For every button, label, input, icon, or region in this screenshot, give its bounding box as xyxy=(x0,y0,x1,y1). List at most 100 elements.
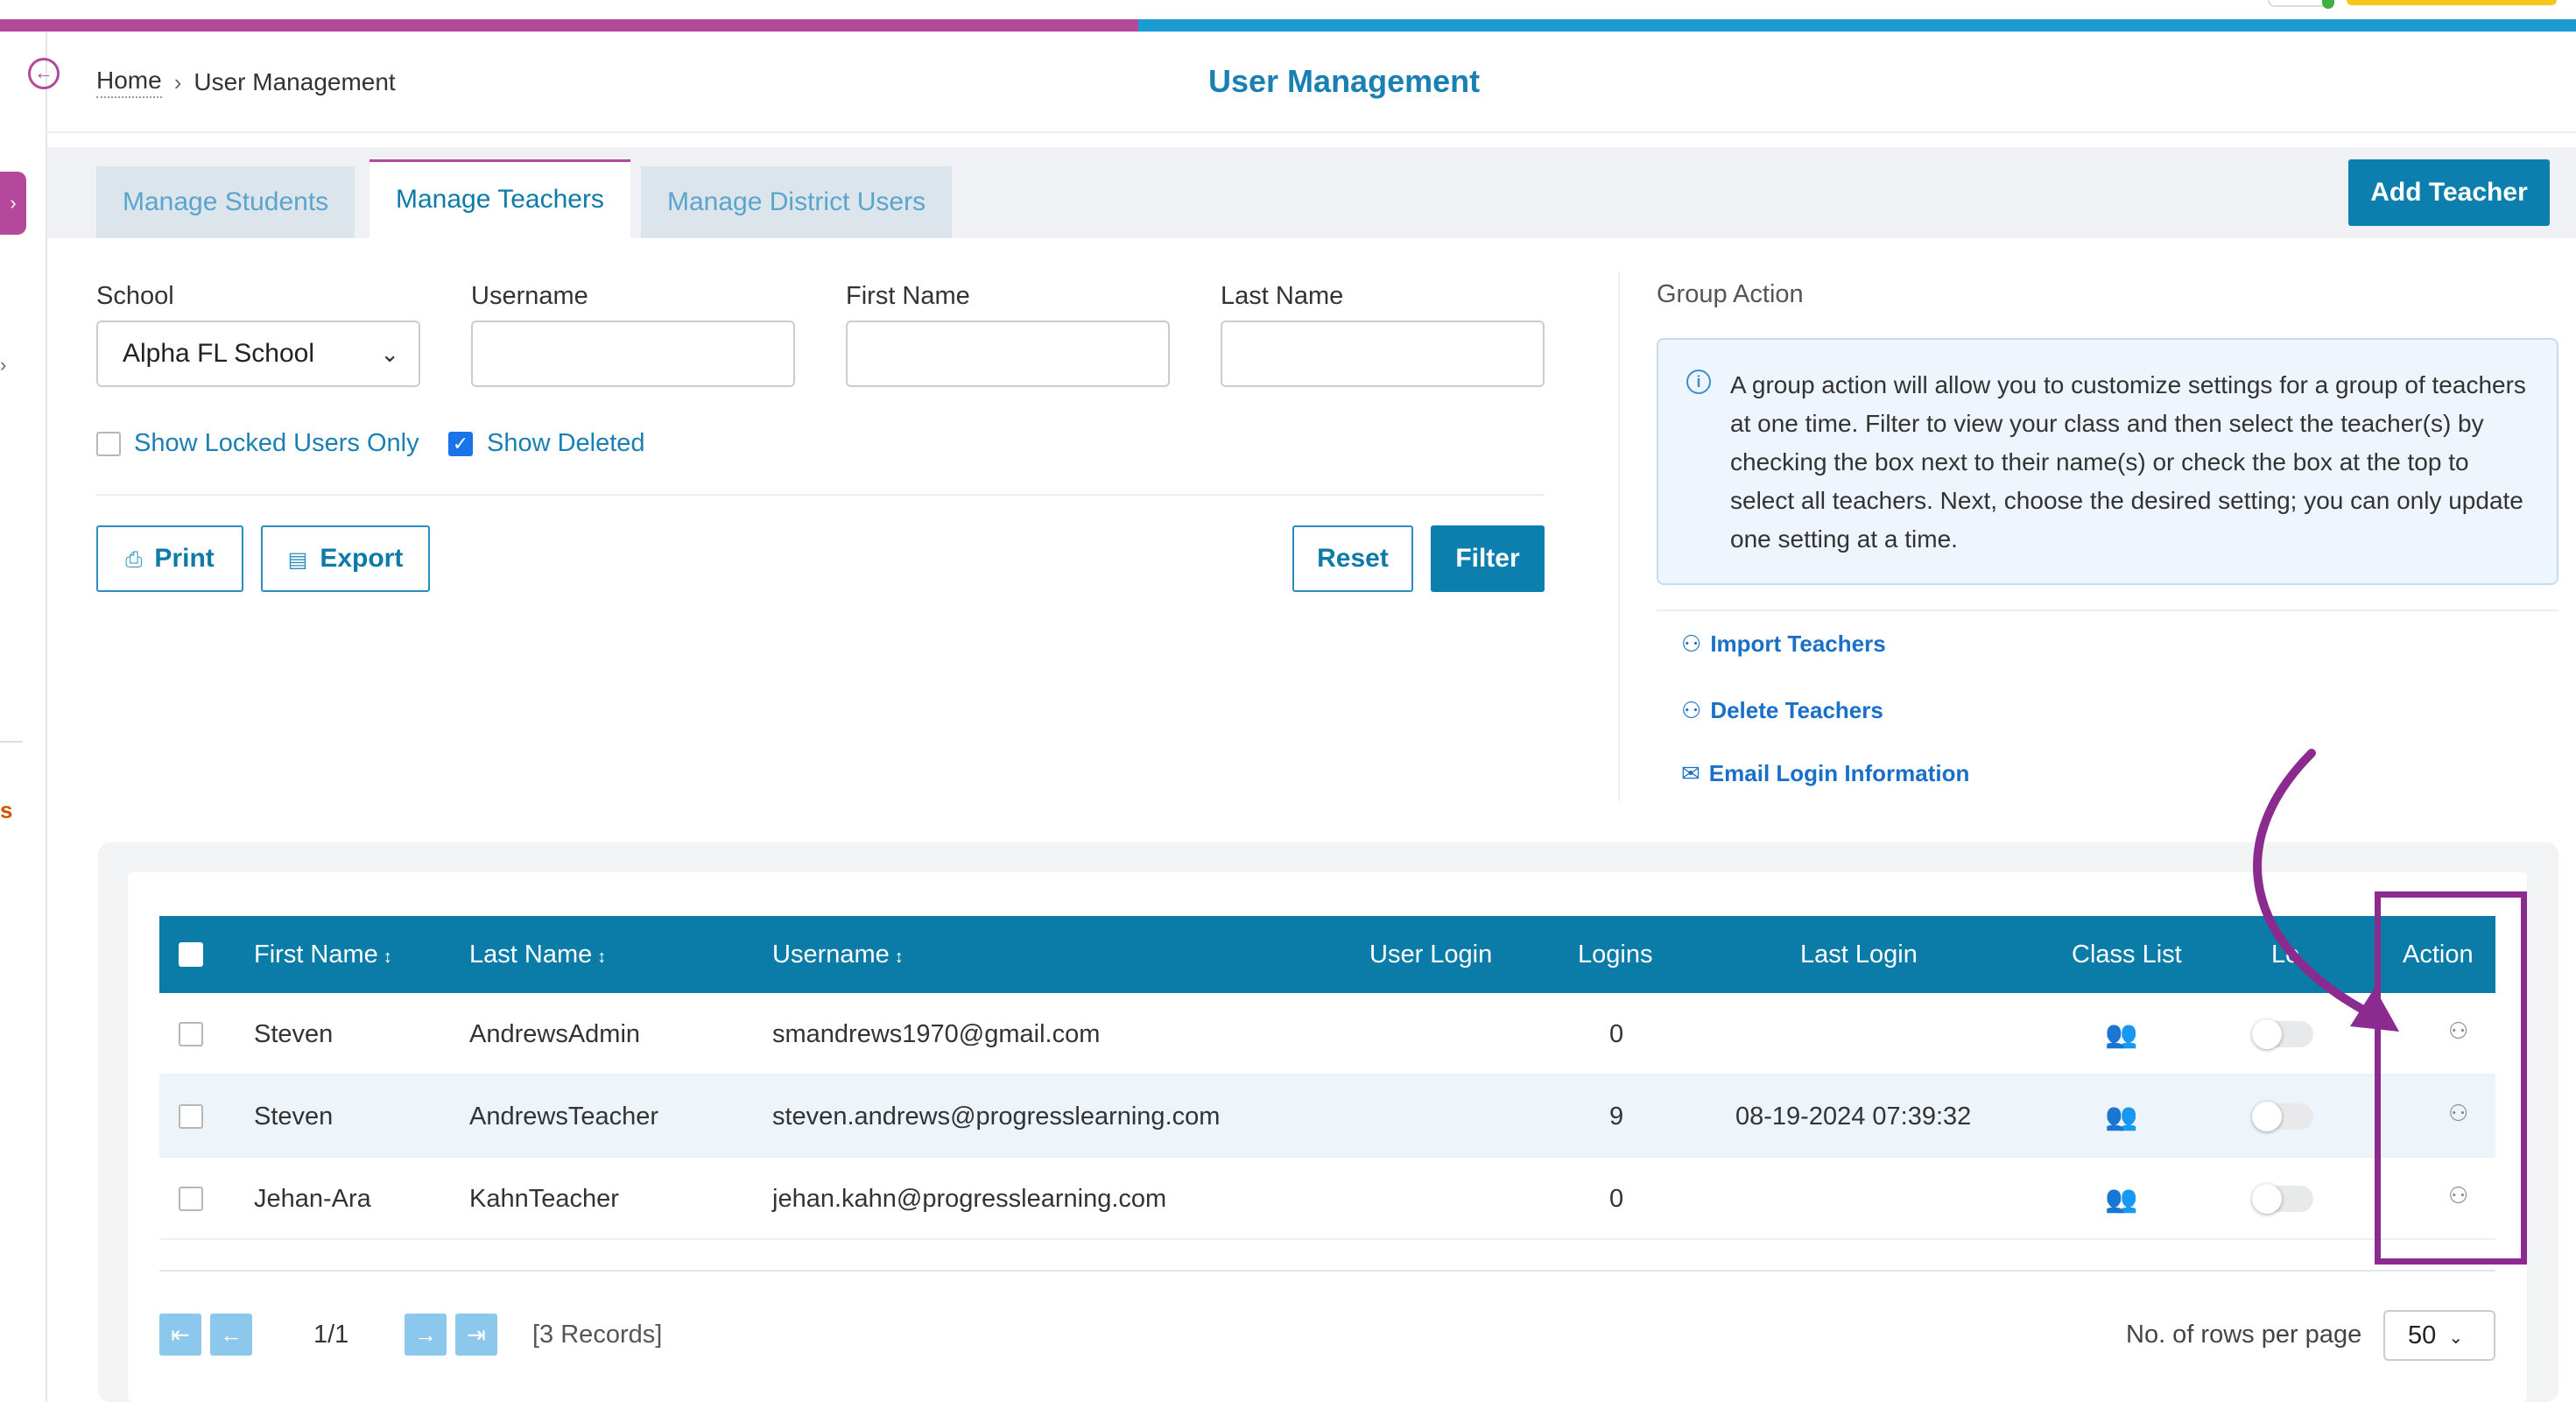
class-list-icon[interactable]: 👥 xyxy=(2105,1102,2137,1132)
lock-toggle[interactable] xyxy=(2252,1019,2313,1049)
show-locked-label[interactable]: Show Locked Users Only xyxy=(134,429,419,458)
vertical-divider xyxy=(1618,271,1620,801)
cell-first-name: Jehan-Ara xyxy=(254,1185,371,1213)
export-button[interactable]: ▤ Export xyxy=(261,525,430,592)
col-last-name[interactable]: Last Name ↕ xyxy=(469,916,606,993)
top-highlight xyxy=(2347,0,2557,5)
cell-logins: 0 xyxy=(1609,1185,1624,1213)
first-name-input[interactable] xyxy=(846,321,1170,387)
first-page-icon[interactable]: ⇤ xyxy=(159,1314,201,1356)
rows-per-page-label: No. of rows per page xyxy=(2126,1321,2362,1349)
username-label: Username xyxy=(471,282,588,310)
reset-button[interactable]: Reset xyxy=(1292,525,1413,592)
cell-username: jehan.kahn@progresslearning.com xyxy=(772,1185,1167,1213)
sort-icon: ↕ xyxy=(383,948,392,967)
class-list-icon[interactable]: 👥 xyxy=(2105,1019,2137,1050)
rows-per-page-select[interactable]: 50 ⌄ xyxy=(2383,1310,2495,1361)
delete-teachers-label: Delete Teachers xyxy=(1710,697,1883,723)
col-user-login: User Login xyxy=(1369,941,1493,969)
print-label: Print xyxy=(154,544,215,573)
table-row: Steven AndrewsAdmin smandrews1970@gmail.… xyxy=(159,993,2495,1075)
record-count: [3 Records] xyxy=(532,1321,663,1349)
last-name-input[interactable] xyxy=(1221,321,1545,387)
sidebar-toggle[interactable]: › xyxy=(0,172,26,235)
print-icon: ⎙ xyxy=(125,548,143,572)
username-input[interactable] xyxy=(471,321,795,387)
last-name-label: Last Name xyxy=(1221,282,1344,310)
sort-icon: ↕ xyxy=(894,948,904,967)
top-chip xyxy=(2268,0,2329,7)
row-checkbox[interactable] xyxy=(179,1187,203,1211)
annotation-highlight-box xyxy=(2375,891,2527,1265)
breadcrumb-separator: › xyxy=(173,68,182,95)
filter-divider xyxy=(96,494,1545,496)
group-action-title: Group Action xyxy=(1657,280,1804,308)
lock-toggle[interactable] xyxy=(2252,1184,2313,1214)
status-dot xyxy=(2322,0,2334,9)
cell-first-name: Steven xyxy=(254,1020,334,1048)
print-button[interactable]: ⎙ Print xyxy=(96,525,243,592)
page-title: User Management xyxy=(1208,63,1481,99)
cell-username: smandrews1970@gmail.com xyxy=(772,1020,1101,1048)
school-select[interactable]: Alpha FL School ⌄ xyxy=(96,321,420,387)
col-logins: Logins xyxy=(1578,941,1653,969)
table-header: First Name ↕ Last Name ↕ Username ↕ User Lo… xyxy=(159,916,2495,993)
add-user-icon: ⚇ xyxy=(1681,631,1702,657)
row-checkbox[interactable] xyxy=(179,1104,203,1129)
last-page-icon[interactable]: ⇥ xyxy=(455,1314,497,1356)
cell-logins: 9 xyxy=(1609,1103,1624,1131)
col-last-login: Last Login xyxy=(1800,941,1918,969)
email-login-link[interactable]: ✉ Email Login Information xyxy=(1681,760,1969,787)
breadcrumb-home[interactable]: Home xyxy=(96,67,162,98)
col-first-name-label: First Name xyxy=(254,941,378,969)
chevron-down-icon: ⌄ xyxy=(2448,1328,2464,1348)
sidebar-caret-icon[interactable]: › xyxy=(0,354,6,377)
delete-teachers-link[interactable]: ⚇ Delete Teachers xyxy=(1681,697,1883,724)
page-indicator: 1/1 xyxy=(313,1321,349,1349)
prev-page-icon[interactable]: ← xyxy=(210,1314,252,1356)
sort-icon: ↕ xyxy=(597,948,607,967)
row-checkbox[interactable] xyxy=(179,1022,203,1046)
lock-toggle[interactable] xyxy=(2252,1102,2313,1131)
class-list-icon[interactable]: 👥 xyxy=(2105,1184,2137,1215)
group-action-info-text: A group action will allow you to customi… xyxy=(1730,371,2526,553)
show-locked-checkbox[interactable] xyxy=(96,432,121,456)
show-deleted-label[interactable]: Show Deleted xyxy=(487,429,645,458)
tab-manage-district-users[interactable]: Manage District Users xyxy=(641,166,953,238)
group-action-info-box: i A group action will allow you to custo… xyxy=(1657,338,2558,585)
info-icon: i xyxy=(1686,370,1711,394)
breadcrumb-current: User Management xyxy=(194,68,396,95)
col-username[interactable]: Username ↕ xyxy=(772,916,904,993)
school-select-value: Alpha FL School xyxy=(123,339,315,368)
add-teacher-button[interactable]: Add Teacher xyxy=(2348,159,2550,226)
next-page-icon[interactable]: → xyxy=(405,1314,447,1356)
top-strip xyxy=(0,0,2576,19)
export-icon: ▤ xyxy=(287,548,308,572)
remove-user-icon: ⚇ xyxy=(1681,697,1702,723)
table-footer-divider xyxy=(159,1270,2495,1272)
tab-manage-students[interactable]: Manage Students xyxy=(96,166,355,238)
cell-username: steven.andrews@progresslearning.com xyxy=(772,1103,1221,1131)
import-teachers-label: Import Teachers xyxy=(1710,631,1886,657)
col-first-name[interactable]: First Name ↕ xyxy=(254,916,392,993)
filter-button[interactable]: Filter xyxy=(1431,525,1545,592)
breadcrumb: Home › User Management xyxy=(96,67,396,98)
sidebar-fragment: s xyxy=(0,797,13,823)
table-row: Steven AndrewsTeacher steven.andrews@pro… xyxy=(159,1075,2495,1158)
cell-logins: 0 xyxy=(1609,1020,1624,1048)
import-teachers-link[interactable]: ⚇ Import Teachers xyxy=(1681,631,1886,658)
left-rail xyxy=(0,32,47,1402)
cell-last-name: AndrewsAdmin xyxy=(469,1020,641,1048)
select-all-checkbox[interactable] xyxy=(179,942,203,967)
tab-bar: Manage Students Manage Teachers Manage D… xyxy=(47,147,2576,238)
cell-last-login: 08-19-2024 07:39:32 xyxy=(1735,1103,1972,1131)
tab-manage-teachers[interactable]: Manage Teachers xyxy=(370,159,630,238)
table-row: Jehan-Ara KahnTeacher jehan.kahn@progres… xyxy=(159,1158,2495,1240)
show-deleted-checkbox[interactable]: ✓ xyxy=(448,432,473,456)
export-label: Export xyxy=(320,544,404,573)
col-last-name-label: Last Name xyxy=(469,941,593,969)
group-action-divider xyxy=(1657,609,2558,611)
col-class-list: Class List xyxy=(2072,941,2182,969)
brand-bar xyxy=(0,19,2576,32)
chevron-down-icon: ⌄ xyxy=(380,341,399,367)
